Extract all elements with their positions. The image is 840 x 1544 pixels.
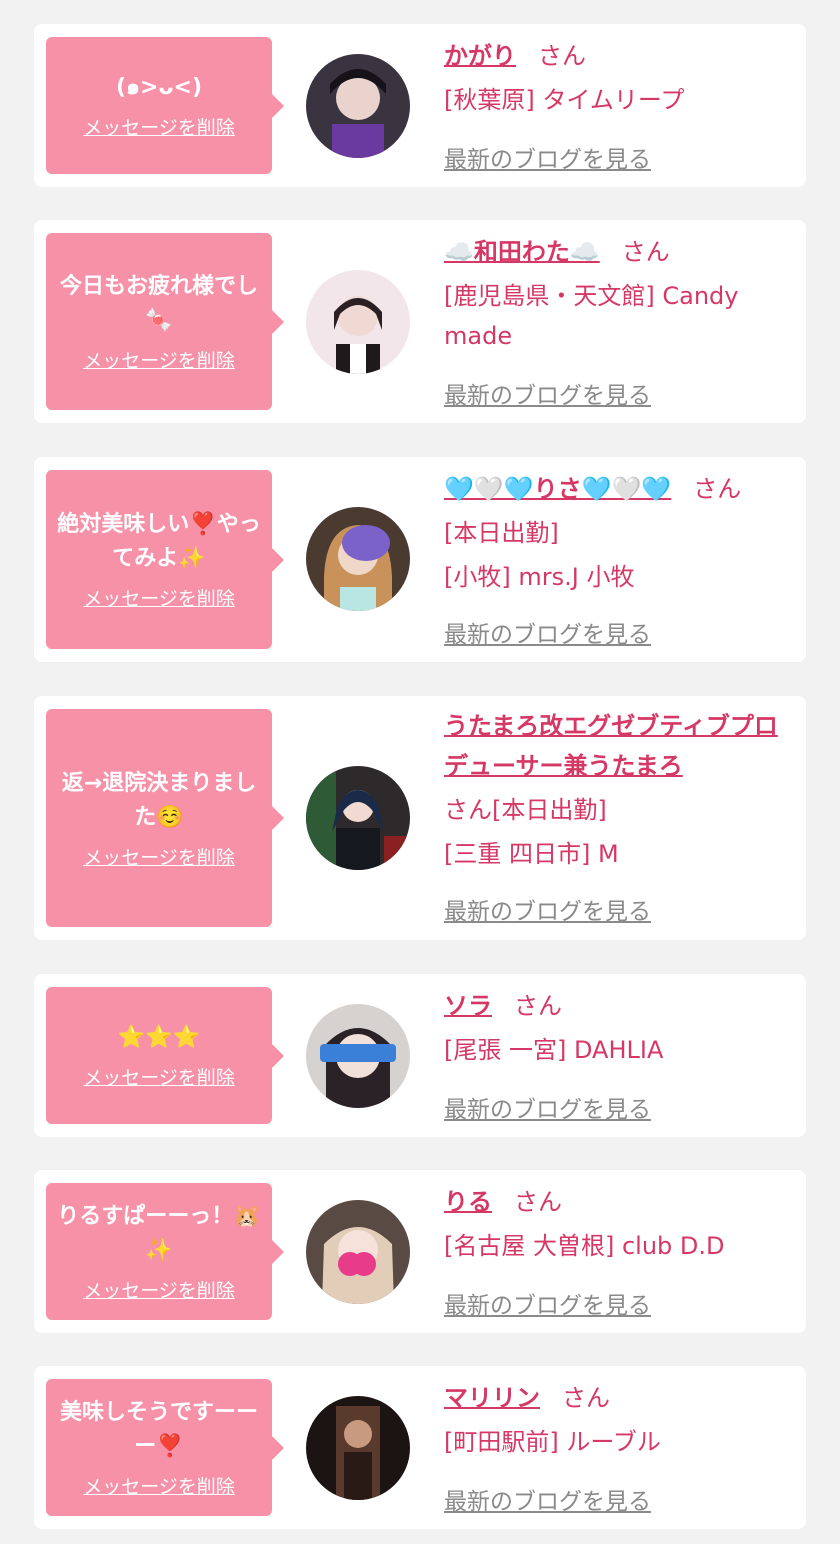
message-text: 絶対美味しい❣️やってみよ✨ bbox=[57, 512, 261, 571]
latest-blog-link[interactable]: 最新のブログを見る bbox=[444, 1090, 651, 1124]
status-badge: [本日出勤] bbox=[444, 519, 559, 547]
message-text: 美味しそうですーーー❣️ bbox=[59, 1400, 258, 1459]
delete-message-link[interactable]: メッセージを削除 bbox=[83, 1276, 235, 1303]
delete-message-link[interactable]: メッセージを削除 bbox=[83, 113, 235, 140]
message-bubble: (๑>ᴗ<) メッセージを削除 bbox=[46, 37, 284, 174]
message-card: (๑>ᴗ<) メッセージを削除 かがり さん [秋葉原] タイムリープ 最新のブロ… bbox=[34, 24, 806, 187]
message-text: (๑>ᴗ<) bbox=[115, 75, 203, 100]
message-bubble: ⭐⭐⭐ メッセージを削除 bbox=[46, 987, 284, 1124]
message-bubble: 返→退院決まりました☺️ メッセージを削除 bbox=[46, 709, 284, 927]
shop-info: [町田駅前] ルーブル bbox=[444, 1428, 661, 1456]
honorific: さん bbox=[693, 475, 742, 503]
girl-name-link[interactable]: ソラ bbox=[444, 992, 492, 1020]
delete-message-link[interactable]: メッセージを削除 bbox=[83, 1063, 235, 1090]
honorific: さん bbox=[562, 1384, 610, 1412]
girl-name-link[interactable]: りる bbox=[444, 1188, 492, 1216]
honorific: さん bbox=[514, 1188, 562, 1216]
message-text: ⭐⭐⭐ bbox=[117, 1025, 201, 1050]
name-line: ソラ さん bbox=[444, 986, 790, 1026]
name-line: うたまろ改エグゼブティブプロデューサー兼うたまろ bbox=[444, 706, 790, 786]
avatar[interactable] bbox=[306, 270, 410, 374]
avatar[interactable] bbox=[306, 507, 410, 611]
avatar[interactable] bbox=[306, 1396, 410, 1500]
avatar[interactable] bbox=[306, 766, 410, 870]
message-card: 返→退院決まりました☺️ メッセージを削除 うたまろ改エグゼブティブプロデューサ… bbox=[34, 696, 806, 940]
card-info: りる さん [名古屋 大曽根] club D.D bbox=[444, 1182, 790, 1266]
honorific: さん bbox=[621, 238, 670, 266]
card-info: ☁️和田わた☁️ さん [鹿児島県・天文館] Candy made bbox=[444, 232, 790, 356]
latest-blog-link[interactable]: 最新のブログを見る bbox=[444, 1286, 651, 1320]
shop-info: [秋葉原] タイムリープ bbox=[444, 86, 685, 114]
name-line: りる さん bbox=[444, 1182, 790, 1222]
message-bubble: 絶対美味しい❣️やってみよ✨ メッセージを削除 bbox=[46, 470, 284, 649]
message-card: ⭐⭐⭐ メッセージを削除 ソラ さん [尾張 一宮] DAHLIA 最新のブログを… bbox=[34, 974, 806, 1137]
name-line: かがり さん bbox=[444, 36, 790, 76]
message-bubble: りるすぱーーっ！🐹✨ メッセージを削除 bbox=[46, 1183, 284, 1320]
avatar[interactable] bbox=[306, 1004, 410, 1108]
delete-message-link[interactable]: メッセージを削除 bbox=[83, 346, 235, 373]
avatar[interactable] bbox=[306, 1200, 410, 1304]
message-card: 今日もお疲れ様でし🍬 メッセージを削除 ☁️和田わた☁️ さん [鹿児島県・天文館… bbox=[34, 220, 806, 423]
delete-message-link[interactable]: メッセージを削除 bbox=[83, 843, 235, 870]
girl-name-link[interactable]: マリリン bbox=[444, 1384, 540, 1412]
message-text: 今日もお疲れ様でし🍬 bbox=[59, 274, 258, 333]
shop-info: [小牧] mrs.J 小牧 bbox=[444, 563, 635, 591]
message-list: (๑>ᴗ<) メッセージを削除 かがり さん [秋葉原] タイムリープ 最新のブロ… bbox=[0, 0, 840, 1544]
message-text: りるすぱーーっ！🐹✨ bbox=[57, 1204, 261, 1263]
message-card: 美味しそうですーーー❣️ メッセージを削除 マリリン さん [町田駅前] ルーブル… bbox=[34, 1366, 806, 1529]
card-info: うたまろ改エグゼブティブプロデューサー兼うたまろ さん[本日出勤] [三重 四日… bbox=[444, 706, 790, 874]
girl-name-link[interactable]: かがり bbox=[444, 42, 516, 70]
message-card: りるすぱーーっ！🐹✨ メッセージを削除 りる さん [名古屋 大曽根] club … bbox=[34, 1170, 806, 1333]
honorific: さん bbox=[538, 42, 586, 70]
name-line: ☁️和田わた☁️ さん bbox=[444, 232, 790, 272]
latest-blog-link[interactable]: 最新のブログを見る bbox=[444, 140, 651, 174]
message-text: 返→退院決まりました☺️ bbox=[61, 770, 257, 830]
delete-message-link[interactable]: メッセージを削除 bbox=[83, 584, 235, 611]
card-info: ソラ さん [尾張 一宮] DAHLIA bbox=[444, 986, 790, 1070]
latest-blog-link[interactable]: 最新のブログを見る bbox=[444, 376, 651, 410]
delete-message-link[interactable]: メッセージを削除 bbox=[83, 1472, 235, 1499]
message-bubble: 今日もお疲れ様でし🍬 メッセージを削除 bbox=[46, 233, 284, 410]
girl-name-link[interactable]: ☁️和田わた☁️ bbox=[444, 238, 600, 266]
card-info: かがり さん [秋葉原] タイムリープ bbox=[444, 36, 790, 120]
message-bubble: 美味しそうですーーー❣️ メッセージを削除 bbox=[46, 1379, 284, 1516]
card-info: 🩵🤍🩵りさ🩵🤍🩵 さん [本日出勤] [小牧] mrs.J 小牧 bbox=[444, 469, 790, 597]
avatar[interactable] bbox=[306, 54, 410, 158]
name-line: 🩵🤍🩵りさ🩵🤍🩵 さん bbox=[444, 469, 790, 509]
status-badge: さん[本日出勤] bbox=[444, 796, 607, 824]
shop-info: [尾張 一宮] DAHLIA bbox=[444, 1036, 664, 1064]
latest-blog-link[interactable]: 最新のブログを見る bbox=[444, 615, 651, 649]
shop-info: [名古屋 大曽根] club D.D bbox=[444, 1232, 725, 1260]
name-line: マリリン さん bbox=[444, 1378, 790, 1418]
latest-blog-link[interactable]: 最新のブログを見る bbox=[444, 1482, 651, 1516]
shop-info: [鹿児島県・天文館] Candy made bbox=[444, 282, 739, 350]
girl-name-link[interactable]: 🩵🤍🩵りさ🩵🤍🩵 bbox=[444, 475, 671, 503]
honorific: さん bbox=[514, 992, 562, 1020]
shop-info: [三重 四日市] M bbox=[444, 840, 619, 868]
girl-name-link[interactable]: うたまろ改エグゼブティブプロデューサー兼うたまろ bbox=[444, 712, 778, 780]
message-card: 絶対美味しい❣️やってみよ✨ メッセージを削除 🩵🤍🩵りさ🩵🤍🩵 さん [本日出勤… bbox=[34, 457, 806, 662]
card-info: マリリン さん [町田駅前] ルーブル bbox=[444, 1378, 790, 1462]
latest-blog-link[interactable]: 最新のブログを見る bbox=[444, 892, 651, 926]
